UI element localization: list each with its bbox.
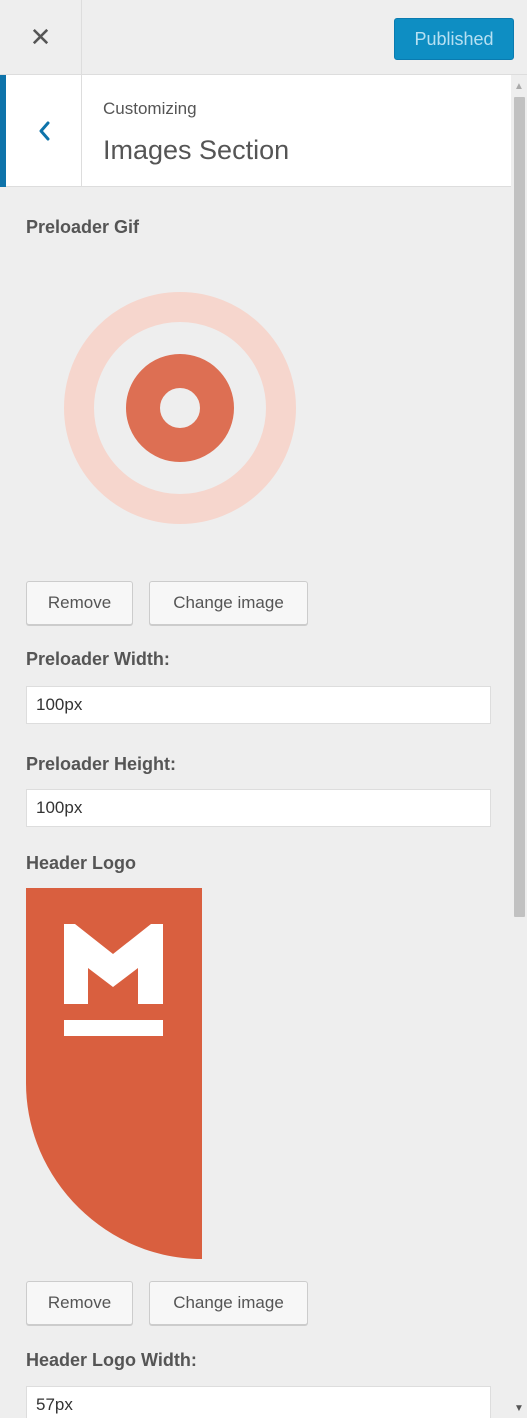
close-button[interactable]: ✕: [0, 0, 82, 75]
page-title: Images Section: [103, 135, 290, 165]
preloader-gif-preview: [64, 292, 296, 524]
section-header: Customizing Images Section: [0, 75, 511, 187]
scroll-up-arrow-icon[interactable]: ▲: [511, 81, 527, 93]
preloader-gif-label: Preloader Gif: [26, 217, 140, 237]
preloader-width-input[interactable]: [26, 686, 491, 724]
published-button[interactable]: Published: [394, 18, 514, 60]
header-logo-label: Header Logo: [26, 853, 137, 873]
header-logo-remove-button[interactable]: Remove: [26, 1281, 133, 1325]
customizer-header: ✕ Published: [0, 0, 527, 75]
preloader-width-label: Preloader Width:: [26, 649, 170, 669]
preloader-height-input[interactable]: [26, 789, 491, 827]
chevron-left-icon: [39, 121, 49, 141]
preloader-remove-button[interactable]: Remove: [26, 581, 133, 625]
header-logo-width-input[interactable]: [26, 1386, 491, 1418]
scrollbar-thumb[interactable]: [514, 97, 525, 917]
header-logo-preview: [26, 888, 202, 1259]
close-icon: ✕: [29, 22, 52, 53]
m-logo-image: [26, 888, 202, 1259]
scroll-down-arrow-icon[interactable]: ▼: [511, 1402, 527, 1416]
scrollbar[interactable]: ▲ ▼: [511, 75, 527, 1418]
header-logo-change-image-button[interactable]: Change image: [149, 1281, 308, 1325]
preloader-height-label: Preloader Height:: [26, 754, 177, 774]
preloader-change-image-button[interactable]: Change image: [149, 581, 308, 625]
back-button[interactable]: [0, 75, 82, 187]
breadcrumb: Customizing: [103, 99, 197, 118]
header-logo-width-label: Header Logo Width:: [26, 1350, 197, 1370]
target-rings-image: [64, 292, 296, 524]
